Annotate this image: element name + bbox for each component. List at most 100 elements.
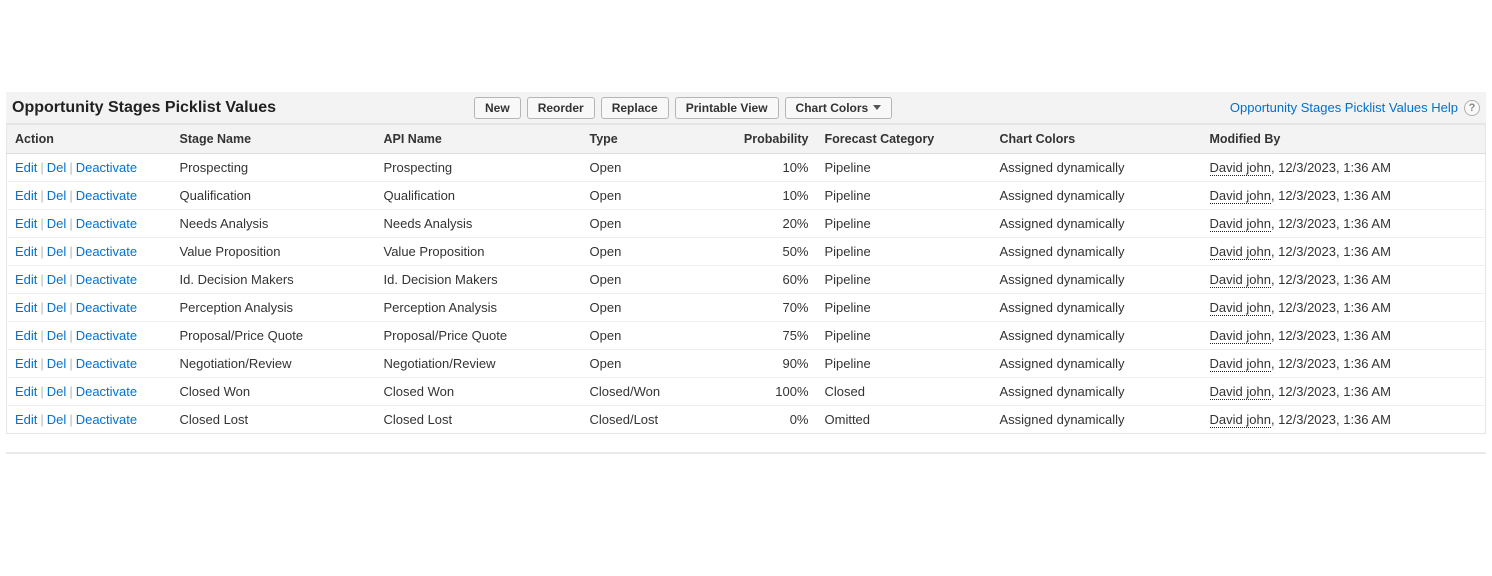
modified-by-timestamp: , 12/3/2023, 1:36 AM (1271, 412, 1391, 427)
col-chart-colors: Chart Colors (992, 125, 1202, 154)
del-link[interactable]: Del (47, 160, 67, 175)
replace-button[interactable]: Replace (601, 97, 669, 119)
edit-link[interactable]: Edit (15, 272, 37, 287)
modified-by-cell: David john, 12/3/2023, 1:36 AM (1202, 350, 1486, 378)
deactivate-link[interactable]: Deactivate (76, 244, 137, 259)
modified-by-timestamp: , 12/3/2023, 1:36 AM (1271, 160, 1391, 175)
action-cell: Edit|Del|Deactivate (7, 210, 172, 238)
edit-link[interactable]: Edit (15, 384, 37, 399)
del-link[interactable]: Del (47, 384, 67, 399)
deactivate-link[interactable]: Deactivate (76, 216, 137, 231)
del-link[interactable]: Del (47, 188, 67, 203)
modified-by-user-link[interactable]: David john (1210, 160, 1271, 176)
help-icon[interactable]: ? (1464, 100, 1480, 116)
chart-colors-cell: Assigned dynamically (992, 238, 1202, 266)
api-name-cell: Proposal/Price Quote (376, 322, 582, 350)
edit-link[interactable]: Edit (15, 216, 37, 231)
type-cell: Open (582, 210, 732, 238)
edit-link[interactable]: Edit (15, 188, 37, 203)
del-link[interactable]: Del (47, 356, 67, 371)
chart-colors-dropdown[interactable]: Chart Colors (785, 97, 893, 119)
modified-by-user-link[interactable]: David john (1210, 272, 1271, 288)
modified-by-user-link[interactable]: David john (1210, 244, 1271, 260)
col-probability: Probability (732, 125, 817, 154)
probability-cell: 10% (732, 154, 817, 182)
api-name-cell: Prospecting (376, 154, 582, 182)
stage-name-cell: Id. Decision Makers (172, 266, 376, 294)
api-name-cell: Closed Won (376, 378, 582, 406)
stage-name-cell: Closed Won (172, 378, 376, 406)
chart-colors-cell: Assigned dynamically (992, 210, 1202, 238)
col-forecast-category: Forecast Category (817, 125, 992, 154)
new-button[interactable]: New (474, 97, 521, 119)
probability-cell: 100% (732, 378, 817, 406)
api-name-cell: Qualification (376, 182, 582, 210)
modified-by-user-link[interactable]: David john (1210, 356, 1271, 372)
stage-name-cell: Proposal/Price Quote (172, 322, 376, 350)
modified-by-user-link[interactable]: David john (1210, 412, 1271, 428)
probability-cell: 75% (732, 322, 817, 350)
deactivate-link[interactable]: Deactivate (76, 356, 137, 371)
edit-link[interactable]: Edit (15, 244, 37, 259)
type-cell: Closed/Lost (582, 406, 732, 434)
del-link[interactable]: Del (47, 216, 67, 231)
separator: | (66, 216, 75, 231)
modified-by-user-link[interactable]: David john (1210, 384, 1271, 400)
separator: | (66, 384, 75, 399)
del-link[interactable]: Del (47, 412, 67, 427)
table-row: Edit|Del|DeactivateProspectingProspectin… (7, 154, 1486, 182)
deactivate-link[interactable]: Deactivate (76, 384, 137, 399)
reorder-button[interactable]: Reorder (527, 97, 595, 119)
modified-by-user-link[interactable]: David john (1210, 188, 1271, 204)
stage-name-cell: Prospecting (172, 154, 376, 182)
edit-link[interactable]: Edit (15, 300, 37, 315)
edit-link[interactable]: Edit (15, 356, 37, 371)
help-link[interactable]: Opportunity Stages Picklist Values Help (1230, 100, 1458, 115)
separator: | (37, 384, 46, 399)
del-link[interactable]: Del (47, 300, 67, 315)
page-title: Opportunity Stages Picklist Values (12, 99, 292, 117)
action-cell: Edit|Del|Deactivate (7, 294, 172, 322)
probability-cell: 60% (732, 266, 817, 294)
chevron-down-icon (873, 105, 881, 110)
modified-by-user-link[interactable]: David john (1210, 328, 1271, 344)
modified-by-cell: David john, 12/3/2023, 1:36 AM (1202, 154, 1486, 182)
modified-by-timestamp: , 12/3/2023, 1:36 AM (1271, 384, 1391, 399)
modified-by-cell: David john, 12/3/2023, 1:36 AM (1202, 378, 1486, 406)
del-link[interactable]: Del (47, 244, 67, 259)
modified-by-user-link[interactable]: David john (1210, 300, 1271, 316)
separator: | (66, 272, 75, 287)
forecast-category-cell: Pipeline (817, 322, 992, 350)
stage-name-cell: Closed Lost (172, 406, 376, 434)
edit-link[interactable]: Edit (15, 160, 37, 175)
action-cell: Edit|Del|Deactivate (7, 406, 172, 434)
del-link[interactable]: Del (47, 272, 67, 287)
separator: | (66, 300, 75, 315)
probability-cell: 20% (732, 210, 817, 238)
action-cell: Edit|Del|Deactivate (7, 378, 172, 406)
edit-link[interactable]: Edit (15, 328, 37, 343)
chart-colors-cell: Assigned dynamically (992, 406, 1202, 434)
stage-name-cell: Perception Analysis (172, 294, 376, 322)
separator: | (37, 300, 46, 315)
deactivate-link[interactable]: Deactivate (76, 272, 137, 287)
deactivate-link[interactable]: Deactivate (76, 160, 137, 175)
edit-link[interactable]: Edit (15, 412, 37, 427)
modified-by-cell: David john, 12/3/2023, 1:36 AM (1202, 238, 1486, 266)
forecast-category-cell: Omitted (817, 406, 992, 434)
chart-colors-cell: Assigned dynamically (992, 350, 1202, 378)
printable-view-button[interactable]: Printable View (675, 97, 779, 119)
deactivate-link[interactable]: Deactivate (76, 188, 137, 203)
table-row: Edit|Del|DeactivateProposal/Price QuoteP… (7, 322, 1486, 350)
modified-by-cell: David john, 12/3/2023, 1:36 AM (1202, 406, 1486, 434)
modified-by-timestamp: , 12/3/2023, 1:36 AM (1271, 356, 1391, 371)
deactivate-link[interactable]: Deactivate (76, 412, 137, 427)
col-modified-by: Modified By (1202, 125, 1486, 154)
del-link[interactable]: Del (47, 328, 67, 343)
deactivate-link[interactable]: Deactivate (76, 328, 137, 343)
deactivate-link[interactable]: Deactivate (76, 300, 137, 315)
modified-by-cell: David john, 12/3/2023, 1:36 AM (1202, 210, 1486, 238)
separator: | (66, 412, 75, 427)
probability-cell: 50% (732, 238, 817, 266)
modified-by-user-link[interactable]: David john (1210, 216, 1271, 232)
